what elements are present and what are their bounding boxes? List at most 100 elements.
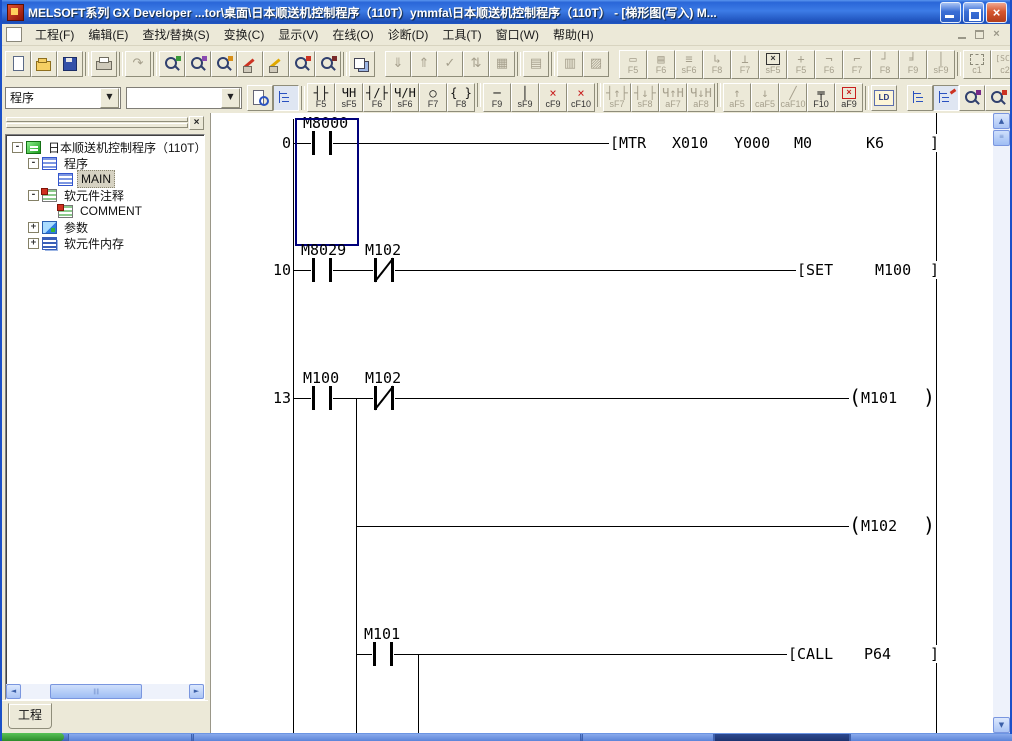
close-button[interactable]: ×	[986, 2, 1007, 23]
panel-grip[interactable]	[6, 117, 188, 122]
macro-b-button[interactable]: ▨	[583, 51, 609, 77]
menu-item-0[interactable]: 工程(F)	[28, 24, 81, 45]
wire-corner-f6-button[interactable]: ¬F6	[815, 50, 843, 79]
open-contact-branch-button[interactable]: ЧНsF5	[335, 83, 363, 112]
closed-contact[interactable]	[373, 386, 395, 410]
start-button[interactable]	[2, 733, 64, 741]
chevron-down-icon[interactable]: ▼	[100, 88, 119, 108]
tree-item-program[interactable]: -程序	[6, 155, 204, 171]
child-window-icon[interactable]	[6, 27, 22, 42]
menu-item-7[interactable]: 工具(T)	[435, 24, 488, 45]
save-project-button[interactable]	[57, 51, 83, 77]
device-combo[interactable]: ▼	[126, 87, 242, 109]
taskbar-button[interactable]	[193, 734, 581, 741]
menu-item-1[interactable]: 编辑(E)	[81, 24, 135, 45]
menu-item-3[interactable]: 变换(C)	[217, 24, 272, 45]
tree-horizontal-scrollbar[interactable]: ◄ ∥∥ ►	[6, 684, 204, 699]
tree-toggle-plus-icon[interactable]: +	[28, 222, 39, 233]
new-project-button[interactable]	[5, 51, 31, 77]
tree-item-device-memory[interactable]: +软元件内存	[6, 235, 204, 251]
undo-button[interactable]: ↷	[125, 51, 151, 77]
tree-toggle-minus-icon[interactable]: -	[28, 190, 39, 201]
closed-contact[interactable]	[373, 258, 395, 282]
open-contact[interactable]	[311, 258, 333, 282]
taskbar-button[interactable]	[68, 734, 192, 741]
closed-contact-branch-button[interactable]: Ч/НsF6	[391, 83, 419, 112]
ladder-vertical-scrollbar[interactable]: ▲ ≡ ▼	[993, 113, 1010, 733]
ladder-list-toggle-button[interactable]	[871, 85, 897, 111]
tree-toggle-minus-icon[interactable]: -	[12, 142, 23, 153]
write-to-plc-button[interactable]: ⇓	[385, 51, 411, 77]
scroll-right-arrow[interactable]: ►	[189, 684, 204, 699]
find-device-button[interactable]	[185, 51, 211, 77]
wire-ground-f7-button[interactable]: ⊥F7	[731, 50, 759, 79]
rising-pulse-branch-button[interactable]: Ч↑НaF7	[659, 83, 687, 112]
delete-vertical-line-button[interactable]: ×cF10	[567, 83, 595, 112]
wire-plus-f5-button[interactable]: +F5	[787, 50, 815, 79]
delete-horizontal-line-button[interactable]: ×cF9	[539, 83, 567, 112]
menu-item-8[interactable]: 窗口(W)	[489, 24, 546, 45]
horizontal-line-button[interactable]: ─F9	[483, 83, 511, 112]
closed-contact-button[interactable]: ┤/├F6	[363, 83, 391, 112]
find-contact-button[interactable]	[289, 51, 315, 77]
rising-pulse-contact-button[interactable]: ┤↑├sF7	[603, 83, 631, 112]
device-monitor-button[interactable]	[959, 85, 985, 111]
wire-corner-f7-button[interactable]: ⌐F7	[843, 50, 871, 79]
menu-item-4[interactable]: 显示(V)	[271, 24, 325, 45]
invert-op-button[interactable]: ╱caF10	[779, 83, 807, 112]
scrollbar-thumb[interactable]: ≡	[993, 130, 1010, 146]
falling-pulse-contact-button[interactable]: ┤↓├sF8	[631, 83, 659, 112]
rising-pulse-op-button[interactable]: ↑aF5	[723, 83, 751, 112]
device-test-button[interactable]	[985, 85, 1010, 111]
open-contact-button[interactable]: ┤├F5	[307, 83, 335, 112]
comment-display-button[interactable]	[247, 85, 273, 111]
wire-corner-f9-button[interactable]: ╛F9	[899, 50, 927, 79]
chevron-down-icon[interactable]: ▼	[221, 88, 240, 108]
vertical-line-button[interactable]: │sF9	[511, 83, 539, 112]
find-coil-button[interactable]	[315, 51, 341, 77]
delete-drawn-line-button[interactable]: aF9	[835, 83, 863, 112]
find-button[interactable]	[159, 51, 185, 77]
wire-box-f6-button[interactable]: ▤F6	[647, 50, 675, 79]
wire-vert-sf9-button[interactable]: │sF9	[927, 50, 955, 79]
project-tree-toggle-button[interactable]	[273, 85, 299, 111]
macro-a-button[interactable]: ▥	[557, 51, 583, 77]
tree-toggle-plus-icon[interactable]: +	[28, 238, 39, 249]
menu-item-9[interactable]: 帮助(H)	[546, 24, 601, 45]
draw-line-button[interactable]: ╤F10	[807, 83, 835, 112]
comment-edit-button[interactable]	[933, 85, 959, 111]
replace-string-button[interactable]	[263, 51, 289, 77]
menu-item-2[interactable]: 查找/替换(S)	[135, 24, 216, 45]
taskbar-button-active[interactable]	[714, 734, 850, 741]
wire-box-f5-button[interactable]: ▭F5	[619, 50, 647, 79]
ladder-editor[interactable]: 0M8000[MTRX010Y000M0K6]10M8029M102[SETM1…	[210, 113, 998, 733]
falling-pulse-op-button[interactable]: ↓caF5	[751, 83, 779, 112]
open-contact[interactable]	[311, 386, 333, 410]
panel-grip[interactable]	[6, 123, 188, 128]
application-instruction-button[interactable]: { }F8	[447, 83, 475, 112]
open-contact[interactable]	[372, 642, 394, 666]
taskbar-button[interactable]	[582, 734, 714, 741]
error-check-button[interactable]: ✓	[437, 51, 463, 77]
tree-item-device-comment[interactable]: -软元件注释	[6, 187, 204, 203]
scroll-down-arrow[interactable]: ▼	[993, 717, 1010, 733]
interlock-c2-button[interactable]: [SC]c2	[991, 50, 1010, 79]
tree-item-root[interactable]: -日本顺送机控制程序（110T）	[6, 139, 204, 155]
read-from-plc-button[interactable]: ⇑	[411, 51, 437, 77]
wire-cross-sf5-button[interactable]: sF5	[759, 50, 787, 79]
restore-button[interactable]	[963, 2, 984, 23]
scrollbar-thumb[interactable]: ∥∥	[50, 684, 142, 699]
menu-item-6[interactable]: 诊断(D)	[381, 24, 436, 45]
falling-pulse-branch-button[interactable]: Ч↓НaF8	[687, 83, 715, 112]
replace-device-button[interactable]	[237, 51, 263, 77]
taskbar-button[interactable]	[850, 734, 1012, 741]
scroll-left-arrow[interactable]: ◄	[6, 684, 21, 699]
mdi-minimize-button[interactable]	[955, 28, 970, 41]
mode-combo[interactable]: 程序 ▼	[5, 87, 121, 109]
panel-close-button[interactable]: ×	[189, 116, 204, 130]
wire-box-sf6-button[interactable]: ≡sF6	[675, 50, 703, 79]
cross-reference-button[interactable]	[349, 51, 375, 77]
mdi-restore-button[interactable]	[972, 28, 987, 41]
mdi-close-button[interactable]: ×	[989, 28, 1004, 41]
open-project-button[interactable]	[31, 51, 57, 77]
